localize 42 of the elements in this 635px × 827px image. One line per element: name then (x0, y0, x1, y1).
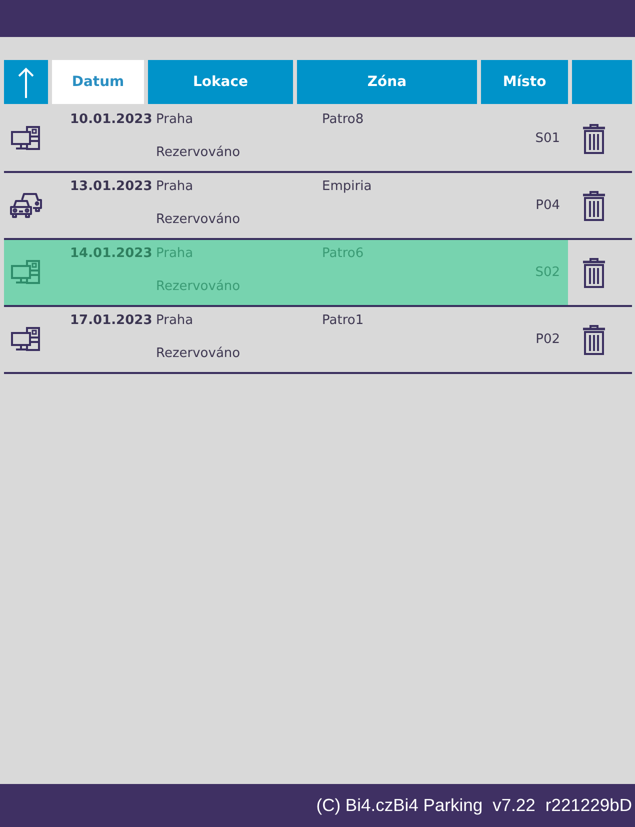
place-text: S02 (535, 265, 560, 280)
trash-icon (582, 258, 606, 288)
zone-text: Empiria (322, 179, 372, 194)
table-row[interactable]: 17.01.2023 Praha Rezervováno Patro1 P02 (4, 307, 568, 372)
place-text: P04 (536, 198, 560, 213)
trash-icon (582, 324, 606, 354)
column-header[interactable]: Místo (481, 60, 568, 104)
sort-button[interactable] (4, 60, 48, 104)
place-text: S01 (535, 131, 560, 146)
delete-button[interactable] (582, 324, 606, 354)
delete-button[interactable] (582, 190, 606, 220)
date-text: 10.01.2023 (70, 112, 152, 127)
date-text: 13.01.2023 (70, 179, 152, 194)
status-text: Rezervováno (156, 279, 240, 294)
column-header (572, 60, 632, 104)
copyright-text: (C) Bi4.czBi4 Parking (316, 795, 483, 816)
location-text: Praha (156, 246, 194, 261)
column-header[interactable]: Zóna (297, 60, 477, 104)
table-row[interactable]: 10.01.2023 Praha Rezervováno Patro8 S01 (4, 106, 568, 171)
zone-text: Patro1 (322, 313, 364, 328)
location-text: Praha (156, 179, 194, 194)
table-row[interactable]: 13.01.2023 Praha Rezervováno Empiria P04 (4, 173, 568, 238)
trash-icon (582, 190, 606, 220)
table-row[interactable]: 14.01.2023 Praha Rezervováno Patro6 S02 (4, 240, 568, 305)
arrow-up-icon (18, 66, 34, 98)
version-text: v7.22 (492, 795, 536, 816)
revision-text: r221229bD (545, 795, 632, 816)
location-text: Praha (156, 112, 194, 127)
delete-button[interactable] (582, 258, 606, 288)
column-header[interactable]: Datum (52, 60, 144, 104)
trash-icon (582, 124, 606, 154)
place-text: P02 (536, 332, 560, 347)
date-text: 14.01.2023 (70, 246, 152, 261)
status-text: Rezervováno (156, 346, 240, 361)
zone-text: Patro8 (322, 112, 364, 127)
column-header[interactable]: Lokace (148, 60, 293, 104)
date-text: 17.01.2023 (70, 313, 152, 328)
zone-text: Patro6 (322, 246, 364, 261)
status-text: Rezervováno (156, 212, 240, 227)
delete-button[interactable] (582, 124, 606, 154)
location-text: Praha (156, 313, 194, 328)
status-text: Rezervováno (156, 145, 240, 160)
